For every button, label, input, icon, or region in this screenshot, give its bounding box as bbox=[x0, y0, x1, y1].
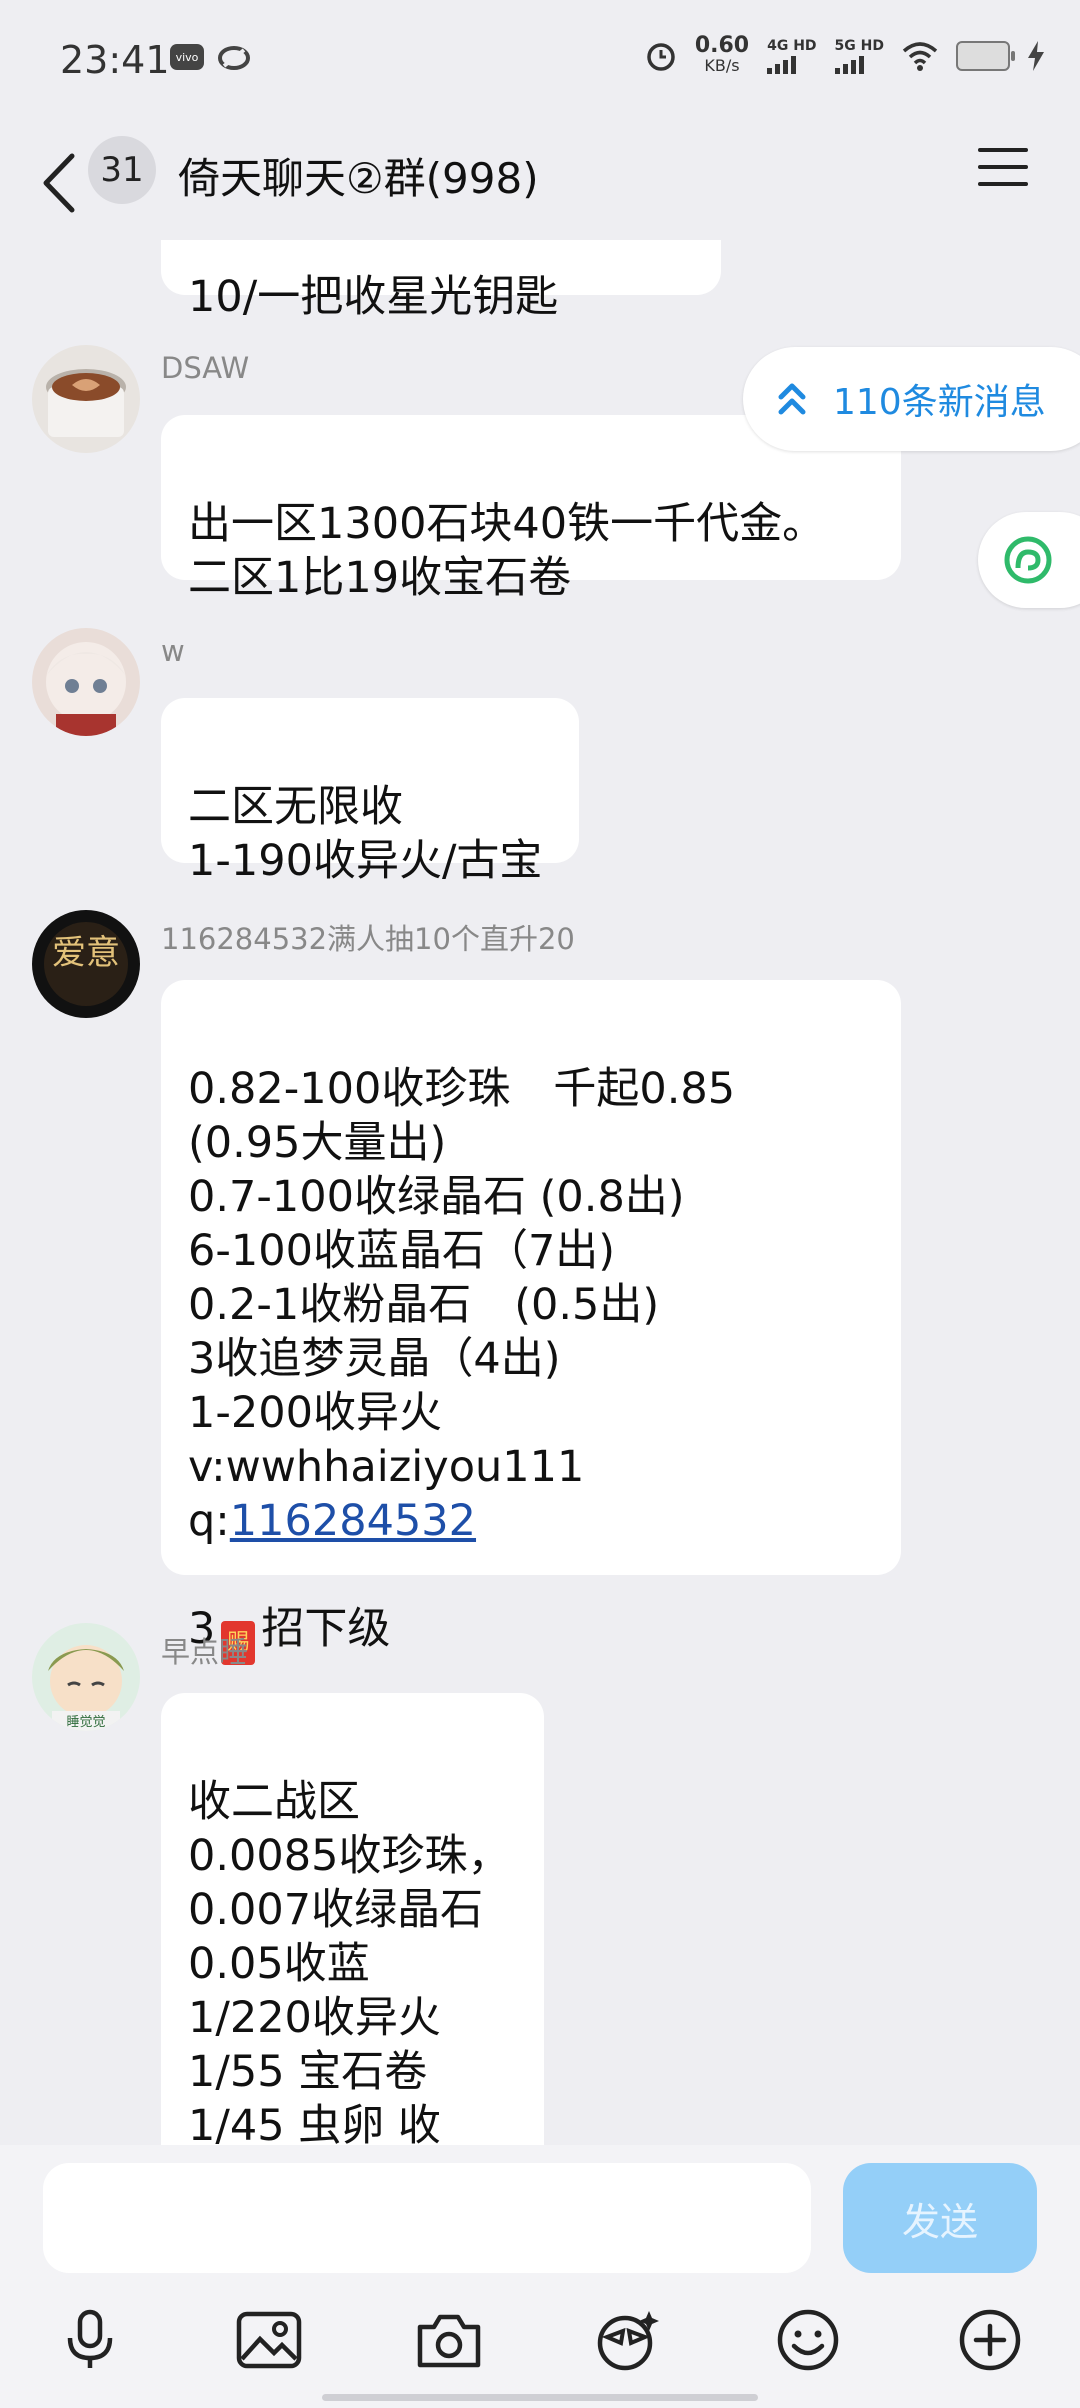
plus-circle-icon bbox=[959, 2309, 1021, 2371]
sync-icon bbox=[218, 46, 250, 70]
sticker-maker-button[interactable] bbox=[590, 2302, 666, 2378]
avatar[interactable]: 睡觉觉 bbox=[32, 1623, 140, 1731]
floating-app-button[interactable] bbox=[978, 512, 1080, 608]
smiley-icon bbox=[777, 2309, 839, 2371]
sender-name: 116284532满人抽10个直升20 bbox=[161, 922, 575, 956]
status-bar: 23:41 vivo 0.60 KB/s 4G HD 5G HD bbox=[0, 0, 1080, 130]
vivo-icon: vivo bbox=[170, 44, 204, 70]
microphone-icon bbox=[67, 2309, 113, 2368]
network-speed: 0.60 KB/s bbox=[694, 33, 750, 76]
avatar-caption: 睡觉觉 bbox=[66, 1715, 105, 1730]
emoji-button[interactable] bbox=[770, 2302, 846, 2378]
back-button[interactable] bbox=[36, 148, 86, 218]
sender-name: 早点睡 bbox=[161, 1635, 249, 1669]
status-time: 23:41 bbox=[60, 38, 170, 82]
app-logo-icon bbox=[1004, 536, 1052, 584]
image-button[interactable] bbox=[231, 2302, 307, 2378]
unread-count-badge[interactable]: 31 bbox=[88, 136, 156, 204]
charging-icon bbox=[1028, 41, 1044, 71]
battery-icon bbox=[956, 41, 1015, 71]
avatar[interactable] bbox=[32, 345, 140, 453]
message-bubble[interactable]: 10/一把收星光钥匙 bbox=[161, 240, 721, 322]
signal-4g: 4G HD bbox=[767, 38, 817, 74]
message-bubble[interactable]: 0.82-100收珍珠 千起0.85 (0.95大量出) 0.7-100收绿晶石… bbox=[161, 980, 901, 1665]
message-bubble[interactable]: 收二战区 0.0085收珍珠， 0.007收绿晶石 0.05收蓝 1/220收异… bbox=[161, 1693, 544, 2145]
face-sparkle-icon bbox=[597, 2311, 659, 2371]
message-bubble[interactable]: 二区无限收 1-190收异火/古宝 bbox=[161, 698, 579, 886]
status-right-icons: 0.60 KB/s 4G HD 5G HD bbox=[645, 33, 1044, 76]
camera-button[interactable] bbox=[411, 2302, 487, 2378]
avatar[interactable] bbox=[32, 628, 140, 736]
new-messages-label: 110条新消息 bbox=[833, 382, 1046, 423]
home-indicator[interactable] bbox=[322, 2394, 758, 2401]
chat-title: 倚天聊天②群(998) bbox=[178, 154, 539, 203]
status-left-icons: vivo bbox=[170, 44, 250, 72]
chat-messages[interactable]: 10/一把收星光钥匙 DSAW 出一区1300石块40铁一千代金。 二区1比19… bbox=[0, 240, 1080, 2145]
menu-button[interactable] bbox=[978, 148, 1028, 192]
new-messages-button[interactable]: 110条新消息 bbox=[743, 347, 1080, 451]
signal-5g: 5G HD bbox=[834, 38, 884, 74]
camera-icon bbox=[417, 2314, 481, 2368]
alarm-icon bbox=[647, 43, 675, 71]
sender-name: DSAW bbox=[161, 351, 250, 385]
more-button[interactable] bbox=[952, 2302, 1028, 2378]
message-input[interactable] bbox=[43, 2163, 811, 2273]
title-bar bbox=[0, 130, 1080, 240]
wifi-icon bbox=[902, 42, 938, 71]
qq-number-link[interactable]: 116284532 bbox=[230, 1496, 476, 1546]
avatar[interactable]: 爱意 bbox=[32, 910, 140, 1018]
avatar-text: 爱意 bbox=[52, 933, 120, 973]
voice-button[interactable] bbox=[52, 2302, 128, 2378]
image-icon bbox=[236, 2311, 302, 2369]
sender-name: w bbox=[161, 634, 185, 668]
send-button[interactable]: 发送 bbox=[843, 2163, 1037, 2273]
double-chevron-up-icon bbox=[778, 383, 806, 415]
